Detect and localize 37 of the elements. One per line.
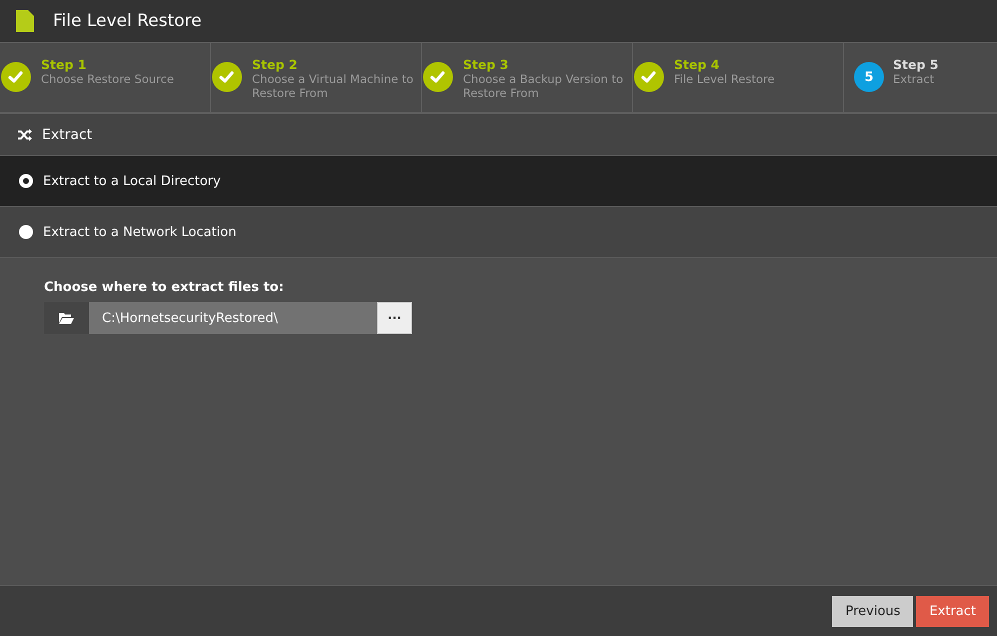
check-icon — [0, 61, 32, 93]
check-icon — [422, 61, 454, 93]
check-icon — [211, 61, 243, 93]
shuffle-icon — [18, 128, 32, 140]
step-title: Step 1 — [41, 57, 88, 72]
radio-button[interactable] — [19, 174, 33, 188]
option-label: Extract to a Local Directory — [43, 174, 221, 188]
field-label: Choose where to extract files to: — [44, 280, 285, 295]
step-title: Step 4 — [674, 57, 720, 72]
step-title: Step 5 — [893, 57, 938, 72]
path-field[interactable]: C:\HornetsecurityRestored\ — [89, 302, 377, 334]
option-row[interactable]: Extract to a Network Location — [0, 207, 997, 258]
window-title: File Level Restore — [53, 11, 202, 31]
radio-button[interactable] — [19, 225, 33, 239]
wizard-step[interactable]: 5 Step 5 Extract — [844, 43, 997, 112]
step-subtitle: Extract — [893, 72, 936, 86]
wizard-step[interactable]: Step 1 Choose Restore Source — [0, 43, 211, 112]
wizard-step[interactable]: Step 4 File Level Restore — [633, 43, 844, 112]
step-subtitle: Choose a Backup Version to Restore From — [463, 72, 624, 100]
previous-button[interactable]: Previous — [832, 596, 914, 626]
step-subtitle: File Level Restore — [674, 72, 775, 86]
step-title: Step 2 — [252, 57, 298, 72]
step-subtitle: Choose Restore Source — [41, 72, 174, 86]
browse-button[interactable]: ··· — [377, 302, 412, 334]
check-icon — [633, 61, 665, 93]
step-title: Step 3 — [463, 57, 510, 72]
document-icon — [16, 10, 34, 32]
step-subtitle: Choose a Virtual Machine to Restore From — [252, 72, 414, 100]
folder-icon — [59, 312, 74, 324]
step-number: 5 — [854, 62, 884, 92]
section-title: Extract — [42, 126, 92, 142]
option-label: Extract to a Network Location — [43, 224, 236, 240]
option-row[interactable]: Extract to a Local Directory — [0, 156, 997, 207]
extract-button[interactable]: Extract — [916, 596, 989, 626]
folder-icon-button[interactable] — [44, 302, 89, 334]
wizard-step[interactable]: Step 3 Choose a Backup Version to Restore From — [422, 43, 633, 112]
wizard-step[interactable]: Step 2 Choose a Virtual Machine to Restore From — [211, 43, 422, 112]
